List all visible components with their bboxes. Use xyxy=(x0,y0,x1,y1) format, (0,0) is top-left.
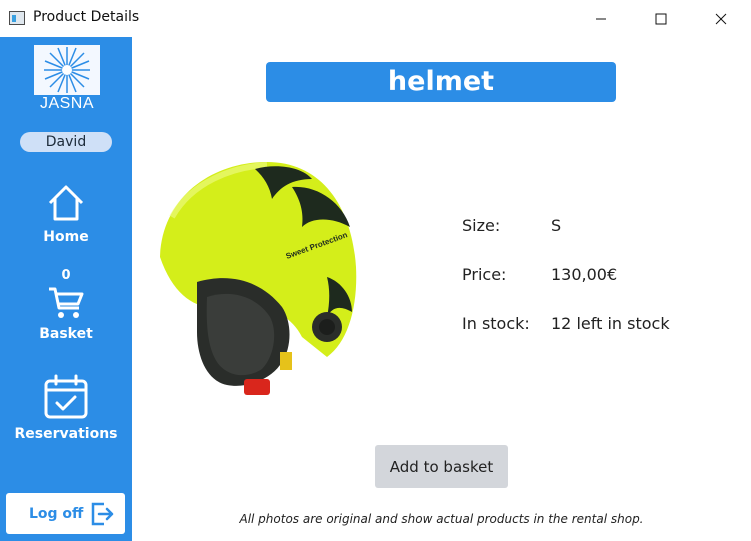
calendar-check-icon xyxy=(44,374,88,419)
close-icon xyxy=(715,13,727,24)
home-icon xyxy=(48,185,84,221)
jasna-logo: JASNA xyxy=(34,45,100,112)
stock-value: 12 left in stock xyxy=(551,314,670,333)
size-label: Size: xyxy=(462,216,501,235)
size-value: S xyxy=(551,216,562,235)
maximize-icon xyxy=(655,13,667,24)
basket-count-badge: 0 xyxy=(61,268,71,283)
nav-basket[interactable]: 0 Basket xyxy=(0,268,132,342)
cart-icon xyxy=(49,287,84,318)
price-label: Price: xyxy=(462,265,507,284)
close-button[interactable] xyxy=(692,0,750,37)
price-value: 130,00€ xyxy=(551,265,618,284)
user-badge: David xyxy=(20,132,112,152)
nav-basket-label: Basket xyxy=(39,326,93,342)
product-name-title: helmet xyxy=(266,62,616,102)
nav-home-label: Home xyxy=(43,229,89,245)
logo-text: JASNA xyxy=(39,95,95,112)
minimize-icon xyxy=(596,18,606,19)
stock-label: In stock: xyxy=(462,314,530,333)
nav-reservations[interactable]: Reservations xyxy=(0,374,132,442)
add-to-basket-button[interactable]: Add to basket xyxy=(375,445,508,488)
app-icon xyxy=(9,11,25,25)
nav-home[interactable]: Home xyxy=(0,183,132,245)
logo-snowflake-icon xyxy=(34,45,100,95)
window-titlebar: Product Details xyxy=(0,0,751,37)
minimize-button[interactable] xyxy=(572,0,630,37)
product-image: Sweet Protection xyxy=(160,162,357,395)
photo-footnote: All photos are original and show actual … xyxy=(239,512,644,526)
sidebar: JASNA David Home 0 Basket Reservations L… xyxy=(0,37,132,541)
window-title: Product Details xyxy=(33,9,140,25)
maximize-button[interactable] xyxy=(632,0,690,37)
nav-reservations-label: Reservations xyxy=(14,426,118,442)
